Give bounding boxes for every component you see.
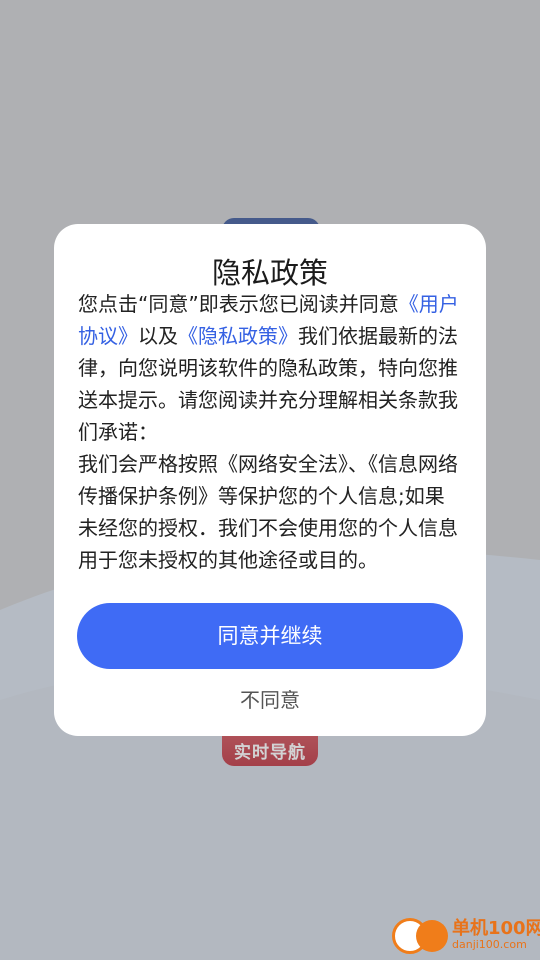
privacy-policy-link[interactable]: 《隐私政策》 — [178, 324, 298, 348]
body-text-1: 您点击“同意”即表示您已阅读并同意 — [78, 292, 399, 316]
disagree-button[interactable]: 不同意 — [54, 684, 486, 713]
dialog-body: 您点击“同意”即表示您已阅读并同意《用户协议》以及《隐私政策》我们依据最新的法律… — [78, 288, 464, 576]
body-text-2: 以及 — [138, 324, 178, 348]
watermark-logo-dot-icon — [416, 920, 448, 952]
privacy-dialog: 隐私政策 您点击“同意”即表示您已阅读并同意《用户协议》以及《隐私政策》我们依据… — [54, 224, 486, 736]
watermark-domain: danji100.com — [452, 938, 527, 951]
body-text-4: 我们会严格按照《网络安全法》、《信息网络传播保护条例》等保护您的个人信息;如果未… — [78, 452, 458, 572]
watermark: 单机100网 danji100.com — [392, 914, 540, 960]
watermark-name: 单机100网 — [452, 918, 540, 939]
dialog-title: 隐私政策 — [211, 256, 328, 290]
agree-continue-button[interactable]: 同意并继续 — [77, 603, 463, 669]
